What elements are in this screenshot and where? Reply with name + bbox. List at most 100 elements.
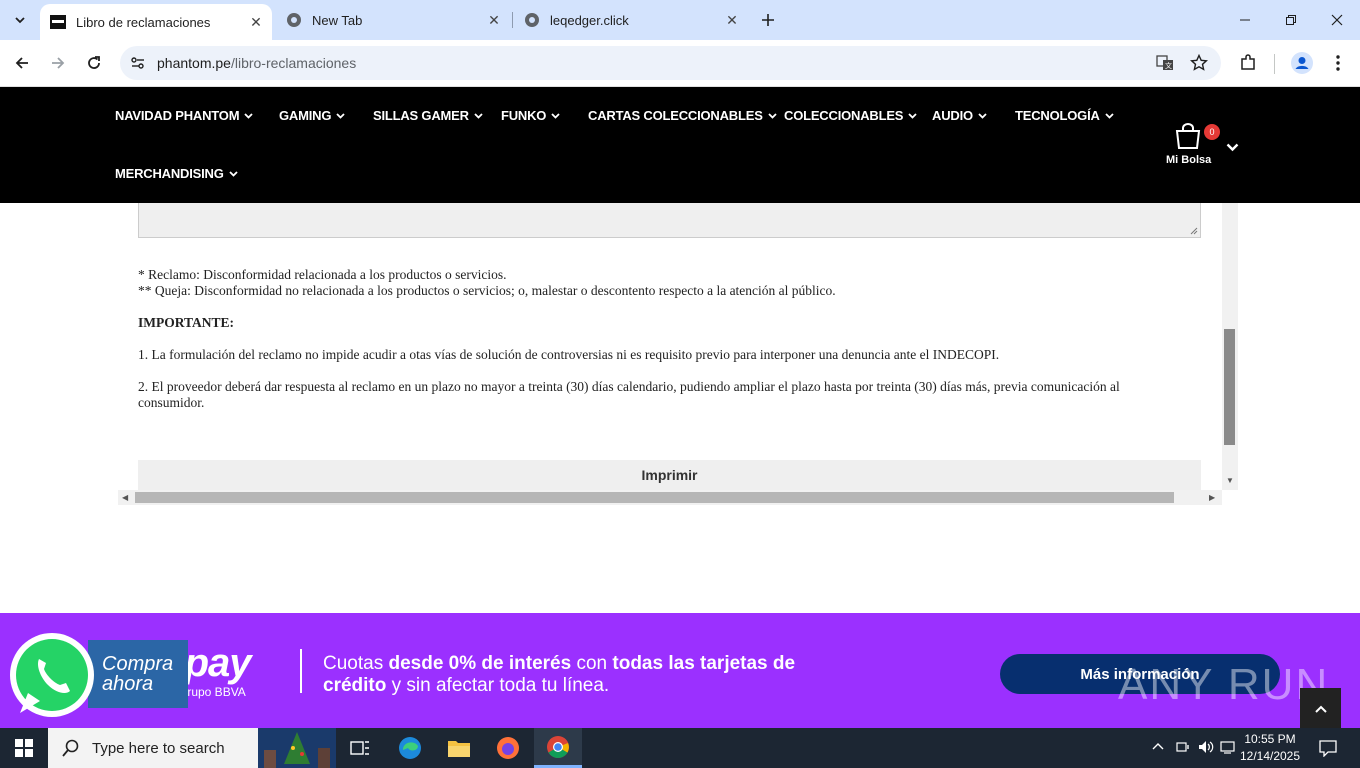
address-bar[interactable]: phantom.pe/libro-reclamaciones 文 — [120, 46, 1221, 80]
url-path: /libro-reclamaciones — [230, 55, 357, 71]
task-view-button[interactable] — [336, 728, 384, 768]
menu-cartas-coleccionables[interactable]: CARTAS COLECCIONABLES — [588, 108, 777, 123]
menu-coleccionables[interactable]: COLECCIONABLES — [784, 108, 917, 123]
site-settings-icon[interactable] — [130, 55, 146, 71]
tab-leqedger[interactable]: leqedger.click ✕ — [514, 0, 748, 40]
edge-icon — [399, 737, 421, 759]
new-tab-button[interactable] — [756, 8, 780, 32]
plus-icon — [762, 14, 774, 26]
menu-label: COLECCIONABLES — [784, 108, 904, 123]
taskbar-search-box[interactable]: Type here to search — [48, 728, 336, 768]
chrome-taskbar-button[interactable] — [534, 728, 582, 768]
promo-text-part: Cuotas — [323, 653, 389, 674]
puzzle-icon — [1241, 54, 1255, 70]
chevron-down-icon — [336, 112, 345, 119]
cart-label[interactable]: Mi Bolsa — [1166, 154, 1211, 166]
chrome-menu-button[interactable] — [1323, 48, 1353, 78]
chrome-icon — [547, 735, 569, 758]
chevron-down-icon — [978, 112, 987, 119]
important-heading: IMPORTANTE: — [138, 315, 235, 330]
site-header — [0, 87, 1360, 203]
scroll-down-arrow-icon[interactable]: ▼ — [1226, 476, 1234, 485]
translate-icon[interactable]: 文 — [1156, 54, 1174, 72]
back-button[interactable] — [7, 48, 37, 78]
close-tab-icon[interactable]: ✕ — [722, 10, 742, 30]
scroll-to-top-button[interactable] — [1300, 688, 1341, 729]
network-icon[interactable] — [1176, 740, 1190, 754]
restore-button[interactable] — [1268, 0, 1314, 40]
menu-label: GAMING — [279, 108, 332, 123]
edge-taskbar-button[interactable] — [386, 728, 434, 768]
cart-count-badge: 0 — [1204, 124, 1220, 140]
notifications-icon[interactable] — [1319, 739, 1337, 757]
tab-libro-reclamaciones[interactable]: Libro de reclamaciones ✕ — [40, 4, 272, 40]
close-icon — [1331, 14, 1343, 26]
menu-merchandising[interactable]: MERCHANDISING — [115, 166, 238, 181]
menu-tecnologia[interactable]: TECNOLOGÍA — [1015, 108, 1114, 123]
vertical-scroll-thumb[interactable] — [1224, 329, 1235, 445]
system-clock[interactable]: 10:55 PM 12/14/2025 — [1238, 731, 1302, 765]
tab-new-tab[interactable]: New Tab ✕ — [276, 0, 510, 40]
firefox-taskbar-button[interactable] — [484, 728, 532, 768]
forward-button[interactable] — [43, 48, 73, 78]
anyrun-watermark: ANY RUN — [1118, 660, 1330, 709]
whatsapp-icon[interactable] — [6, 629, 98, 721]
menu-label: TECNOLOGÍA — [1015, 108, 1100, 123]
clock-date: 12/14/2025 — [1239, 749, 1301, 763]
chevron-down-icon — [474, 112, 483, 119]
complaint-form-frame: * Reclamo: Disconformidad relacionada a … — [118, 203, 1238, 505]
profile-button[interactable] — [1287, 48, 1317, 78]
chevron-down-icon — [908, 112, 917, 119]
shopping-bag-icon[interactable] — [1174, 123, 1202, 149]
menu-gaming[interactable]: GAMING — [279, 108, 345, 123]
reload-icon — [88, 56, 100, 69]
horizontal-scroll-thumb[interactable] — [135, 492, 1174, 503]
menu-audio[interactable]: AUDIO — [932, 108, 987, 123]
volume-icon[interactable] — [1198, 740, 1214, 754]
bookmark-star-icon[interactable] — [1190, 54, 1208, 72]
menu-sillas-gamer[interactable]: SILLAS GAMER — [373, 108, 483, 123]
language-icon[interactable] — [1220, 740, 1236, 754]
compra-ahora-badge[interactable]: Compra ahora — [88, 640, 188, 708]
chevron-down-icon — [768, 112, 777, 119]
file-explorer-taskbar-button[interactable] — [435, 728, 483, 768]
close-tab-icon[interactable]: ✕ — [484, 10, 504, 30]
print-button[interactable]: Imprimir — [138, 460, 1201, 490]
restore-icon — [1286, 15, 1296, 25]
task-view-icon — [350, 741, 369, 755]
promo-text-bold: desde 0% de interés — [388, 653, 572, 674]
close-tab-icon[interactable]: ✕ — [246, 12, 266, 32]
start-button[interactable] — [0, 728, 48, 768]
minimize-button[interactable] — [1222, 0, 1268, 40]
chrome-favicon-icon — [286, 12, 302, 28]
chevron-down-icon — [1105, 112, 1114, 119]
url-text[interactable]: phantom.pe/libro-reclamaciones — [157, 55, 356, 71]
scroll-right-arrow-icon[interactable]: ▶ — [1209, 493, 1215, 502]
menu-label: NAVIDAD PHANTOM — [115, 108, 240, 123]
chevron-down-icon — [228, 170, 238, 177]
toolbar-divider — [1274, 54, 1275, 74]
chevron-down-icon — [551, 112, 560, 119]
important-point-2-line-1: 2. El proveedor deberá dar respuesta al … — [138, 379, 1120, 394]
menu-funko[interactable]: FUNKO — [501, 108, 560, 123]
detail-textarea[interactable] — [138, 203, 1201, 238]
reload-button[interactable] — [79, 48, 109, 78]
svg-text:文: 文 — [1165, 61, 1172, 70]
more-vertical-icon — [1336, 55, 1340, 71]
bbva-promo-banner: rpay l Grupo BBVA Cuotas desde 0% de int… — [0, 613, 1360, 729]
promo-text-part: y sin afectar toda tu línea. — [386, 675, 610, 696]
menu-navidad-phantom[interactable]: NAVIDAD PHANTOM — [115, 108, 253, 123]
show-hidden-icons-chevron-icon[interactable] — [1152, 740, 1164, 752]
queja-definition: ** Queja: Disconformidad no relacionada … — [138, 283, 836, 298]
cart-chevron-icon[interactable] — [1226, 143, 1239, 152]
folder-icon — [448, 741, 470, 757]
extensions-button[interactable] — [1233, 48, 1263, 78]
chevron-down-icon — [244, 112, 253, 119]
important-point-2-line-2: consumidor. — [138, 395, 205, 410]
tab-search-button[interactable] — [6, 7, 34, 33]
promo-text: Cuotas desde 0% de interés con todas las… — [323, 653, 863, 697]
browser-toolbar: phantom.pe/libro-reclamaciones 文 — [0, 40, 1360, 87]
close-window-button[interactable] — [1314, 0, 1360, 40]
avatar-icon — [1291, 52, 1313, 74]
scroll-left-arrow-icon[interactable]: ◀ — [122, 493, 128, 502]
